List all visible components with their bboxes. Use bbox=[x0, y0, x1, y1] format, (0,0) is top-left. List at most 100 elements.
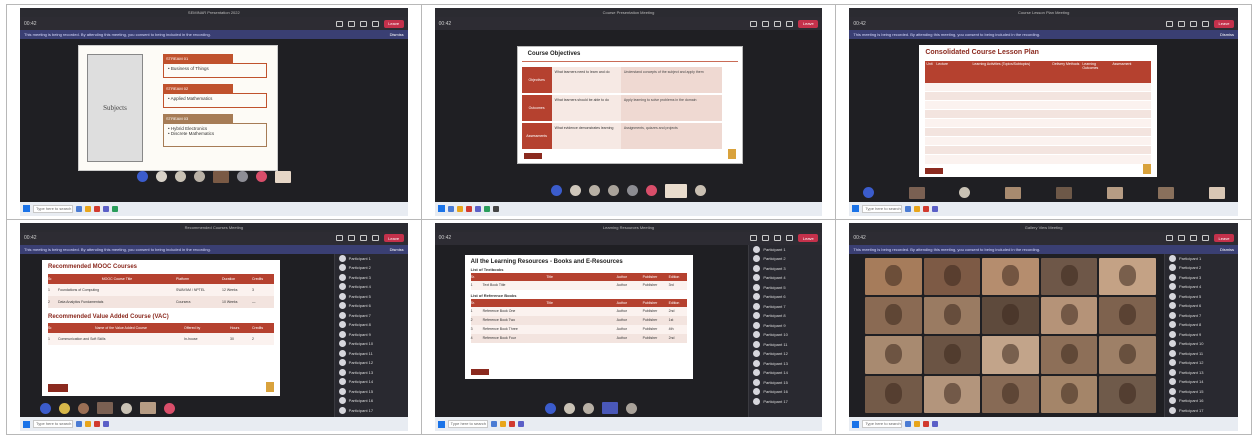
avatar[interactable] bbox=[550, 185, 562, 196]
participant-item[interactable]: Participant 6 bbox=[1165, 301, 1238, 311]
participant-item[interactable]: Participant 11 bbox=[1165, 349, 1238, 359]
avatar[interactable] bbox=[164, 402, 175, 414]
app-icon[interactable] bbox=[923, 205, 930, 212]
participant-video[interactable] bbox=[1040, 336, 1098, 374]
participant-video[interactable] bbox=[97, 402, 113, 414]
app-icon[interactable] bbox=[483, 205, 490, 212]
app-icon[interactable] bbox=[905, 421, 912, 427]
participant-item[interactable]: Participant 1 bbox=[335, 254, 408, 264]
participant-video[interactable] bbox=[1208, 186, 1225, 199]
participant-item[interactable]: Participant 4 bbox=[749, 273, 822, 283]
participant-item[interactable]: Participant 4 bbox=[1165, 282, 1238, 292]
participant-item[interactable]: Participant 5 bbox=[335, 292, 408, 302]
avatar[interactable] bbox=[626, 402, 638, 414]
participant-item[interactable]: Participant 7 bbox=[1165, 311, 1238, 321]
participant-item[interactable]: Participant 16 bbox=[335, 396, 408, 406]
taskbar-search[interactable]: Type here to search bbox=[33, 420, 73, 428]
participant-video[interactable] bbox=[1099, 336, 1156, 374]
app-icon[interactable] bbox=[76, 205, 82, 212]
app-icon[interactable] bbox=[94, 421, 100, 427]
participant-video[interactable] bbox=[1040, 296, 1098, 335]
avatar[interactable] bbox=[645, 185, 657, 196]
app-icon[interactable] bbox=[85, 205, 91, 212]
app-icon[interactable] bbox=[94, 205, 100, 212]
leave-button[interactable]: Leave bbox=[383, 234, 404, 242]
participant-item[interactable]: Participant 1 bbox=[1165, 254, 1238, 264]
participant-item[interactable]: Participant 8 bbox=[335, 320, 408, 330]
participant-item[interactable]: Participant 17 bbox=[335, 406, 408, 416]
participant-item[interactable]: Participant 16 bbox=[749, 387, 822, 397]
participant-item[interactable]: Participant 15 bbox=[1165, 387, 1238, 397]
app-icon[interactable] bbox=[499, 421, 506, 427]
avatar[interactable] bbox=[569, 185, 581, 196]
participant-video[interactable] bbox=[865, 257, 922, 295]
leave-button[interactable]: Leave bbox=[383, 19, 404, 28]
avatar[interactable] bbox=[40, 402, 51, 414]
avatar[interactable] bbox=[78, 402, 89, 414]
dismiss-button[interactable]: Dismiss bbox=[1220, 247, 1234, 252]
avatar[interactable] bbox=[583, 402, 595, 414]
app-icon[interactable] bbox=[85, 421, 91, 427]
participant-video[interactable] bbox=[140, 402, 156, 414]
chat-icon[interactable] bbox=[335, 20, 343, 27]
windows-start-icon[interactable] bbox=[437, 205, 445, 212]
app-icon[interactable] bbox=[914, 205, 921, 212]
app-icon[interactable] bbox=[932, 421, 939, 427]
app-icon[interactable] bbox=[112, 205, 118, 212]
taskbar-search[interactable]: Type here to search bbox=[447, 420, 488, 428]
participant-item[interactable]: Participant 2 bbox=[1165, 263, 1238, 273]
participant-item[interactable]: Participant 1 bbox=[749, 245, 822, 255]
camera-icon[interactable] bbox=[774, 20, 782, 27]
participant-video[interactable] bbox=[865, 375, 922, 413]
people-icon[interactable] bbox=[347, 20, 355, 27]
app-icon[interactable] bbox=[490, 421, 497, 427]
dismiss-button[interactable]: Dismiss bbox=[390, 247, 404, 252]
participant-item[interactable]: Participant 9 bbox=[335, 330, 408, 340]
app-icon[interactable] bbox=[492, 205, 499, 212]
app-icon[interactable] bbox=[465, 205, 472, 212]
participant-video[interactable] bbox=[212, 170, 229, 183]
app-icon[interactable] bbox=[456, 205, 463, 212]
app-icon[interactable] bbox=[76, 421, 82, 427]
participant-video[interactable] bbox=[982, 375, 1039, 413]
participant-video[interactable] bbox=[923, 257, 981, 295]
participant-item[interactable]: Participant 15 bbox=[335, 387, 408, 397]
participant-video[interactable] bbox=[274, 170, 291, 183]
participant-item[interactable]: Participant 12 bbox=[335, 358, 408, 368]
participant-item[interactable]: Participant 13 bbox=[749, 359, 822, 369]
avatar[interactable] bbox=[626, 185, 638, 196]
participant-item[interactable]: Participant 3 bbox=[335, 273, 408, 283]
avatar[interactable] bbox=[255, 171, 267, 182]
taskbar-search[interactable]: Type here to search bbox=[862, 420, 903, 428]
app-icon[interactable] bbox=[103, 421, 109, 427]
avatar[interactable] bbox=[588, 185, 600, 196]
participant-item[interactable]: Participant 8 bbox=[749, 311, 822, 321]
participant-video[interactable] bbox=[664, 183, 687, 198]
chat-icon[interactable] bbox=[1165, 235, 1173, 241]
participant-item[interactable]: Participant 2 bbox=[749, 254, 822, 264]
participant-video[interactable] bbox=[1005, 186, 1022, 199]
chat-icon[interactable] bbox=[750, 20, 758, 27]
avatar[interactable] bbox=[607, 185, 619, 196]
participant-video[interactable] bbox=[982, 336, 1039, 374]
participant-item[interactable]: Participant 6 bbox=[749, 292, 822, 302]
camera-icon[interactable] bbox=[359, 20, 367, 27]
participant-item[interactable]: Participant 14 bbox=[1165, 377, 1238, 387]
participant-item[interactable]: Participant 5 bbox=[1165, 292, 1238, 302]
participant-item[interactable]: Participant 10 bbox=[335, 339, 408, 349]
leave-button[interactable]: Leave bbox=[798, 19, 819, 28]
windows-start-icon[interactable] bbox=[23, 205, 30, 212]
participant-item[interactable]: Participant 14 bbox=[749, 368, 822, 378]
participant-video[interactable] bbox=[1099, 257, 1156, 295]
leave-button[interactable]: Leave bbox=[798, 234, 819, 242]
participant-item[interactable]: Participant 13 bbox=[1165, 368, 1238, 378]
windows-start-icon[interactable] bbox=[852, 420, 860, 428]
participant-video[interactable] bbox=[908, 186, 925, 199]
participant-item[interactable]: Participant 10 bbox=[1165, 339, 1238, 349]
chat-icon[interactable] bbox=[750, 235, 758, 241]
participant-item[interactable]: Participant 7 bbox=[749, 302, 822, 312]
participant-item[interactable]: Participant 14 bbox=[335, 377, 408, 387]
camera-icon[interactable] bbox=[359, 235, 367, 241]
participant-item[interactable]: Participant 5 bbox=[749, 283, 822, 293]
participant-item[interactable]: Participant 4 bbox=[335, 282, 408, 292]
